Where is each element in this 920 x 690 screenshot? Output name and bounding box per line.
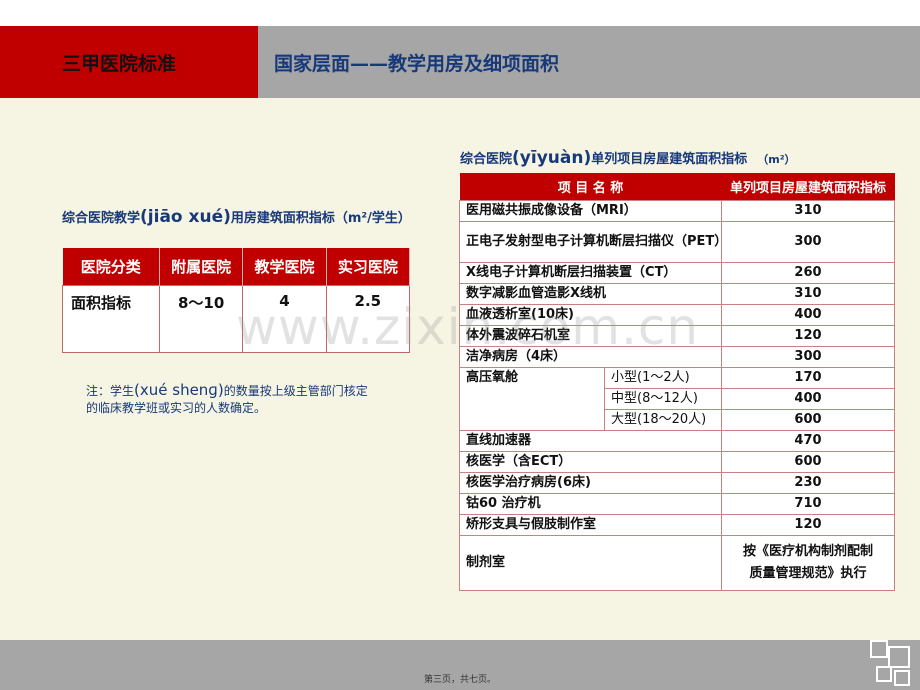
item-value: 400: [721, 304, 895, 326]
table-cell: 面积指标: [62, 285, 160, 353]
item-name: 直线加速器: [459, 430, 722, 452]
left-title-text-1: 综合医院教学: [62, 211, 141, 226]
note-pinyin: (xué shenɡ): [134, 381, 224, 399]
item-name: 钴60 治疗机: [459, 493, 722, 515]
item-value: 300: [721, 221, 895, 263]
special-items-table: 项 目 名 称 单列项目房屋建筑面积指标 医用磁共振成像设备（MRI） 310 …: [459, 173, 895, 591]
right-title-text-1: 综合医院: [460, 152, 513, 167]
table-row: 矫形支具与假肢制作室 120: [459, 514, 895, 536]
item-value: 230: [721, 472, 895, 494]
item-value: 按《医疗机构制剂配制 质量管理规范》执行: [721, 535, 895, 591]
left-title-pinyin: (jiāo xué): [140, 207, 231, 227]
item-name: 核医学（含ECT）: [459, 451, 722, 473]
item-value: 710: [721, 493, 895, 515]
item-value: 470: [721, 430, 895, 452]
item-value: 600: [721, 409, 895, 431]
table-row: 直线加速器 470: [459, 430, 895, 452]
table-row: 医用磁共振成像设备（MRI） 310: [459, 200, 895, 222]
item-subname: 大型(18～20人): [604, 409, 722, 431]
watermark: www.zixin.com.cn: [236, 298, 700, 356]
item-name: X线电子计算机断层扫描装置（CT）: [459, 262, 722, 284]
table-row: 钴60 治疗机 710: [459, 493, 895, 515]
column-header: 附属医院: [159, 248, 244, 286]
item-value-line: 质量管理规范》执行: [749, 566, 867, 581]
item-value-line: 按《医疗机构制剂配制: [742, 544, 873, 559]
item-subname: 中型(8～12人): [604, 388, 722, 410]
item-value: 120: [721, 514, 895, 536]
item-value: 170: [721, 367, 895, 389]
table-row: 核医学（含ECT） 600: [459, 451, 895, 473]
column-header: 实习医院: [326, 248, 411, 286]
item-subname: 小型(1～2人): [604, 367, 722, 389]
item-name: 制剂室: [459, 535, 722, 591]
item-name: 矫形支具与假肢制作室: [459, 514, 722, 536]
column-header: 项 目 名 称: [459, 173, 722, 201]
table-cell: 8～10: [158, 285, 244, 353]
left-title-text-2: 用房建筑面积指标（m²/学生）: [230, 211, 411, 226]
item-name: 医用磁共振成像设备（MRI）: [459, 200, 722, 222]
table-row: X线电子计算机断层扫描装置（CT） 260: [459, 262, 895, 284]
footnote: 注：学生(xué shenɡ)的数量按上级主管部门核定的临床教学班或实习的人数确…: [86, 382, 376, 417]
table-row: 正电子发射型电子计算机断层扫描仪（PET） 300: [459, 221, 895, 263]
top-band: [0, 0, 920, 26]
right-title-text-2: 单列项目房屋建筑面积指标: [591, 152, 748, 167]
item-name: 核医学治疗病房(6床): [459, 472, 722, 494]
item-name: 高压氧舱: [459, 367, 605, 431]
header-left-title: 三甲医院标准: [0, 26, 258, 98]
item-value: 600: [721, 451, 895, 473]
item-value: 310: [721, 283, 895, 305]
item-value: 120: [721, 325, 895, 347]
item-value: 260: [721, 262, 895, 284]
right-table-title: 综合医院(yīyuàn)单列项目房屋建筑面积指标 （m²）: [460, 148, 796, 168]
right-title-pinyin: (yīyuàn): [512, 148, 592, 168]
header-right-title: 国家层面——教学用房及细项面积: [258, 26, 920, 98]
right-title-unit: （m²）: [757, 153, 796, 166]
corner-squares-decoration: [870, 636, 914, 686]
column-header: 教学医院: [242, 248, 327, 286]
table-header-row: 医院分类 附属医院 教学医院 实习医院: [62, 248, 411, 286]
note-text-1: 注：学生: [86, 384, 135, 398]
column-header: 单列项目房屋建筑面积指标: [721, 173, 895, 201]
item-value: 310: [721, 200, 895, 222]
item-value: 400: [721, 388, 895, 410]
page-number: 第三页，共七页。: [423, 675, 496, 685]
table-row: 制剂室 按《医疗机构制剂配制 质量管理规范》执行: [459, 535, 895, 591]
table-row: 高压氧舱 小型(1～2人) 170: [459, 367, 895, 431]
column-header: 医院分类: [62, 248, 160, 286]
table-row: 核医学治疗病房(6床) 230: [459, 472, 895, 494]
table-header-row: 项 目 名 称 单列项目房屋建筑面积指标: [459, 173, 895, 201]
item-value: 300: [721, 346, 895, 368]
item-name: 正电子发射型电子计算机断层扫描仪（PET）: [459, 221, 727, 263]
slide-header: 三甲医院标准 国家层面——教学用房及细项面积: [0, 26, 920, 98]
left-table-title: 综合医院教学(jiāo xué)用房建筑面积指标（m²/学生）: [62, 208, 412, 228]
